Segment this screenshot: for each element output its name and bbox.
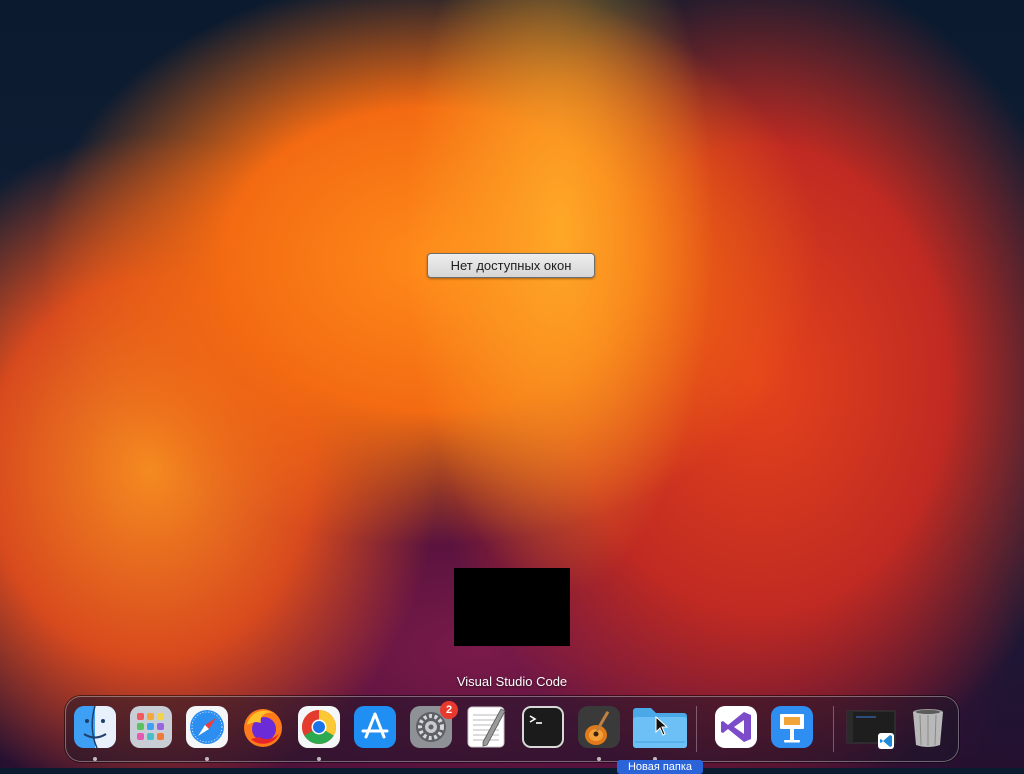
running-indicator bbox=[93, 757, 97, 761]
finder-icon bbox=[74, 705, 116, 749]
app-store-icon bbox=[354, 706, 396, 748]
dock-item-chrome[interactable] bbox=[297, 705, 341, 749]
dock-item-trash[interactable] bbox=[906, 705, 950, 749]
visual-studio-icon bbox=[715, 706, 757, 748]
dock-item-finder[interactable] bbox=[73, 705, 117, 749]
dock-item-launchpad[interactable] bbox=[129, 705, 173, 749]
dock-item-terminal[interactable] bbox=[521, 705, 565, 749]
launchpad-icon bbox=[130, 706, 172, 748]
dock-item-keynote[interactable] bbox=[770, 705, 814, 749]
dock-separator bbox=[833, 706, 834, 752]
chrome-icon bbox=[298, 706, 340, 748]
running-indicator bbox=[317, 757, 321, 761]
dock-tooltip: Visual Studio Code bbox=[456, 674, 568, 689]
vscode-window-thumbnail-icon bbox=[846, 710, 896, 749]
running-indicator bbox=[597, 757, 601, 761]
notification-badge: 2 bbox=[440, 701, 458, 719]
dock-item-firefox[interactable] bbox=[241, 705, 285, 749]
mouse-cursor-icon bbox=[655, 716, 669, 736]
dock-item-app-store[interactable] bbox=[353, 705, 397, 749]
garageband-icon bbox=[578, 706, 620, 748]
running-indicator bbox=[205, 757, 209, 761]
dock-item-visual-studio[interactable] bbox=[714, 705, 758, 749]
dock-item-safari[interactable] bbox=[185, 705, 229, 749]
no-windows-button[interactable]: Нет доступных окон bbox=[427, 253, 595, 278]
desktop-wallpaper bbox=[0, 0, 1024, 768]
firefox-icon bbox=[244, 709, 282, 747]
terminal-icon bbox=[522, 706, 564, 748]
safari-icon bbox=[186, 706, 228, 748]
dock-item-textedit[interactable] bbox=[465, 705, 509, 749]
keynote-icon bbox=[771, 706, 813, 748]
dock-separator bbox=[696, 706, 697, 752]
folder-label: Новая папка bbox=[617, 760, 703, 774]
window-preview-thumbnail[interactable] bbox=[454, 568, 570, 646]
trash-icon bbox=[913, 709, 943, 747]
dock-item-minimized-window[interactable] bbox=[846, 705, 898, 749]
dock-item-garageband[interactable] bbox=[577, 705, 621, 749]
textedit-icon bbox=[467, 706, 506, 748]
